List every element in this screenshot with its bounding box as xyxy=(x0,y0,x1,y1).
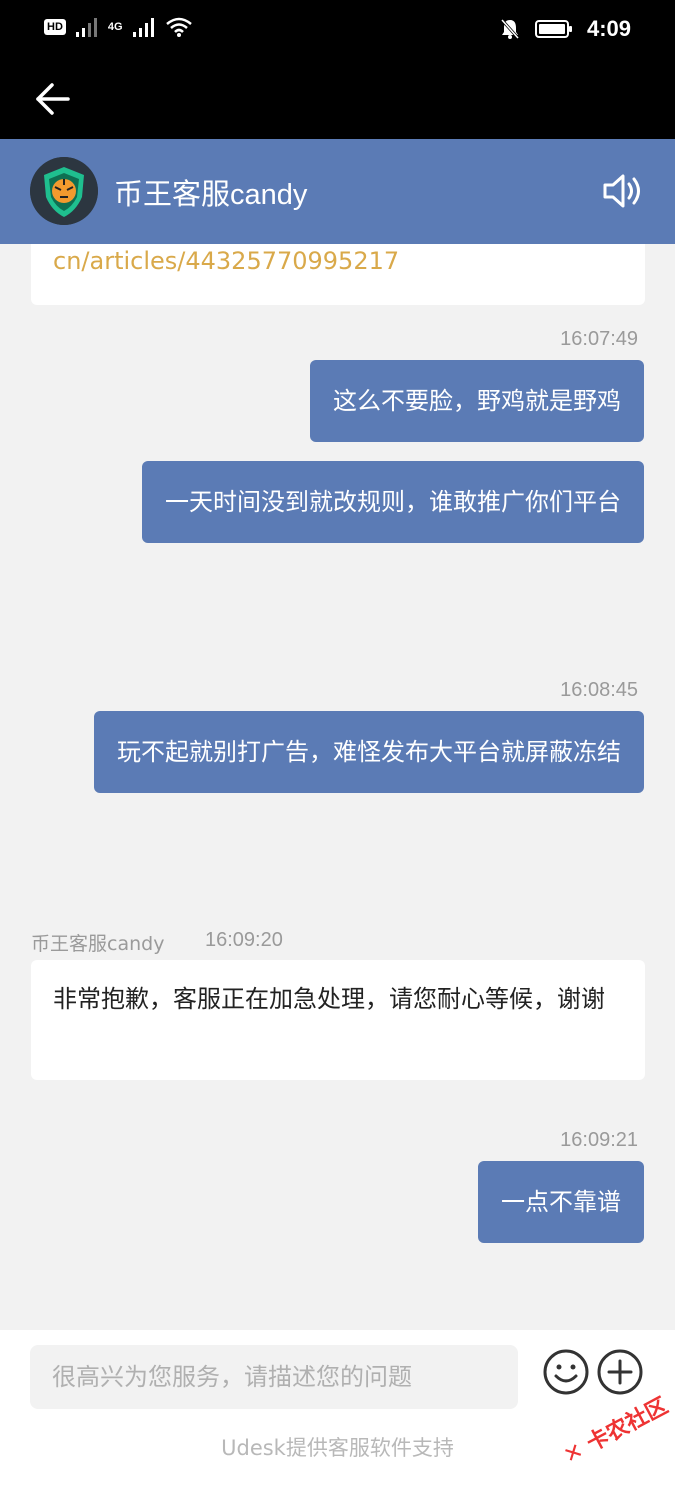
status-time: 4:09 xyxy=(586,16,631,41)
outgoing-message: 一天时间没到就改规则，谁敢推广你们平台 xyxy=(142,461,644,543)
chat-header: 币王客服candy xyxy=(0,139,675,244)
wifi-icon xyxy=(165,17,192,37)
signal-icon xyxy=(132,18,154,37)
speaker-button[interactable] xyxy=(601,171,645,211)
speaker-icon xyxy=(603,174,640,208)
article-link[interactable]: cn/articles/44325770995217 xyxy=(53,244,399,280)
emoji-button[interactable] xyxy=(542,1348,590,1396)
incoming-message: cn/articles/44325770995217 xyxy=(31,244,645,305)
agent-name-label: 币王客服candy xyxy=(31,933,165,955)
status-left: HD 4G xyxy=(44,16,193,38)
chat-title: 币王客服candy xyxy=(114,179,308,211)
status-right: 4:09 xyxy=(499,16,631,42)
message-timestamp: 16:07:49 xyxy=(560,328,638,350)
outgoing-message: 玩不起就别打广告，难怪发布大平台就屏蔽冻结 xyxy=(94,711,644,793)
tiger-shield-icon xyxy=(30,157,98,225)
arrow-left-icon xyxy=(36,83,70,115)
chat-area[interactable]: cn/articles/44325770995217 16:07:49 这么不要… xyxy=(0,244,675,1330)
nav-bar xyxy=(0,60,675,139)
back-button[interactable] xyxy=(28,74,78,124)
message-input[interactable] xyxy=(30,1345,518,1409)
message-timestamp: 16:09:20 xyxy=(205,929,283,951)
plus-circle-icon xyxy=(597,1349,643,1395)
status-bar: HD 4G 4:09 xyxy=(0,0,675,60)
network-label: 4G xyxy=(107,21,123,33)
message-timestamp: 16:09:21 xyxy=(560,1129,638,1151)
agent-avatar xyxy=(30,157,98,225)
battery-icon xyxy=(534,20,572,38)
more-button[interactable] xyxy=(596,1348,644,1396)
incoming-message: 非常抱歉，客服正在加急处理，请您耐心等候，谢谢 xyxy=(31,960,645,1080)
smiley-icon xyxy=(543,1349,589,1395)
message-timestamp: 16:08:45 xyxy=(560,679,638,701)
hd-badge: HD xyxy=(44,19,66,35)
outgoing-message: 这么不要脸，野鸡就是野鸡 xyxy=(310,360,644,442)
outgoing-message: 一点不靠谱 xyxy=(478,1161,644,1243)
input-bar: Udesk提供客服软件支持 xyxy=(0,1330,675,1500)
bell-off-icon xyxy=(500,19,520,39)
signal-icon xyxy=(75,18,97,37)
